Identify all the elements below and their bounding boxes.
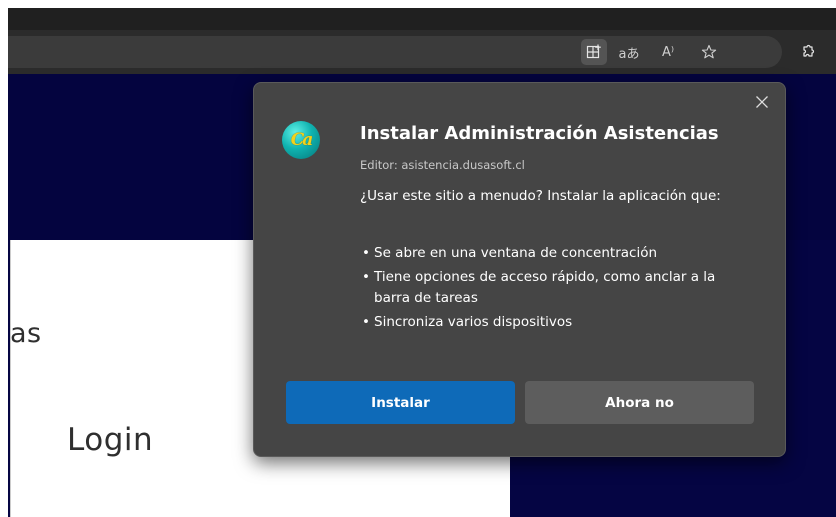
browser-toolbar: aあ A⁾ xyxy=(8,30,836,74)
extensions-icon[interactable] xyxy=(795,39,821,65)
dialog-title: Instalar Administración Asistencias xyxy=(360,123,719,144)
install-question: ¿Usar este sitio a menudo? Instalar la a… xyxy=(360,188,721,204)
login-heading: Login xyxy=(67,422,154,458)
bullet-icon: • xyxy=(362,269,370,285)
feature-item: • Sincroniza varios dispositivos xyxy=(360,312,760,333)
feature-text: Se abre en una ventana de concentración xyxy=(374,245,658,261)
feature-item: • Tiene opciones de acceso rápido, como a… xyxy=(360,267,760,309)
app-logo-text: Ca xyxy=(290,130,314,150)
install-button[interactable]: Instalar xyxy=(286,381,515,424)
translate-icon[interactable]: aあ xyxy=(616,39,642,65)
publisher-text: Editor: asistencia.dusasoft.cl xyxy=(360,158,525,172)
feature-list: • Se abre en una ventana de concentración… xyxy=(360,243,760,336)
read-aloud-icon[interactable]: A⁾ xyxy=(655,39,681,65)
bullet-icon: • xyxy=(362,314,370,330)
favorites-star-icon[interactable] xyxy=(696,39,722,65)
translate-glyph: aあ xyxy=(618,46,640,62)
app-logo-icon: Ca xyxy=(282,121,320,159)
app-available-icon[interactable] xyxy=(581,39,607,65)
feature-text: Sincroniza varios dispositivos xyxy=(374,314,573,330)
install-app-dialog: Ca Instalar Administración Asistencias E… xyxy=(253,82,786,457)
feature-text: Tiene opciones de acceso rápido, como an… xyxy=(374,269,716,306)
read-aloud-glyph: A⁾ xyxy=(661,44,675,60)
page-title-fragment: as xyxy=(10,318,42,349)
bullet-icon: • xyxy=(362,245,370,261)
not-now-button[interactable]: Ahora no xyxy=(525,381,754,424)
browser-window: aあ A⁾ as Login Ca Instalar Administració… xyxy=(8,8,836,517)
close-icon[interactable] xyxy=(751,91,773,113)
tab-strip xyxy=(8,8,836,30)
feature-item: • Se abre en una ventana de concentración xyxy=(360,243,760,264)
